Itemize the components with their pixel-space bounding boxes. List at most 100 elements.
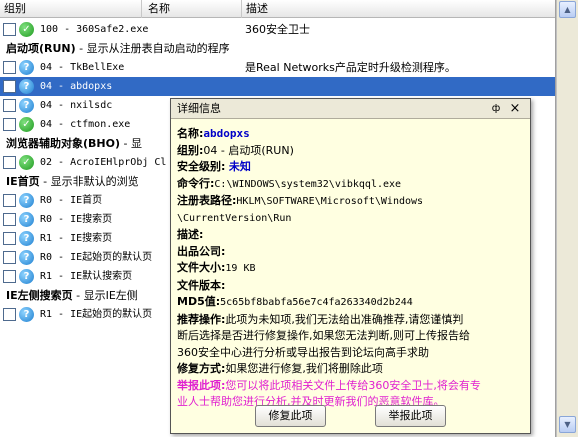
- version-label: 文件版本:: [177, 278, 226, 292]
- group-title: IE首页: [6, 175, 40, 188]
- question-status-icon: ?: [19, 193, 34, 208]
- item-checkbox[interactable]: [3, 156, 16, 169]
- recommend-label: 推荐操作:: [177, 312, 226, 326]
- name-line: 名称:abdopxs: [177, 126, 525, 143]
- reg-label: 注册表路径:: [177, 194, 237, 207]
- item-content: 04 - ctfmon.exe: [40, 119, 131, 130]
- list-header: 组别 名称 描述: [0, 0, 555, 18]
- check-status-icon: ✓: [19, 155, 34, 170]
- check-status-icon: ✓: [19, 117, 34, 132]
- reg-value-1: HKLM\SOFTWARE\Microsoft\Windows: [236, 196, 424, 207]
- question-status-icon: ?: [19, 79, 34, 94]
- security-line: 安全级别: 未知: [177, 159, 525, 176]
- column-header-desc[interactable]: 描述: [242, 0, 555, 18]
- recommend-line: 推荐操作:此项为未知项,我们无法给出准确推荐,请您谨慎判: [177, 312, 525, 329]
- column-header-group[interactable]: 组别: [0, 0, 142, 18]
- group-description: - 显示IE左侧: [72, 289, 138, 302]
- report-text-1: 您可以将此项相关文件上传给360安全卫士,将会有专: [225, 378, 481, 392]
- popup-title: 详细信息: [171, 99, 530, 119]
- recommend-text-1: 此项为未知项,我们无法给出准确推荐,请您谨慎判: [225, 312, 464, 326]
- item-checkbox[interactable]: [3, 270, 16, 283]
- item-content: R0 - IE起始页的默认页: [40, 252, 153, 263]
- repair-line: 修复方式:如果您进行修复,我们将删除此项: [177, 361, 525, 378]
- version-line: 文件版本:: [177, 278, 525, 295]
- item-checkbox[interactable]: [3, 232, 16, 245]
- report-label[interactable]: 举报此项:: [177, 379, 225, 392]
- question-status-icon: ?: [19, 250, 34, 265]
- name-label: 名称:: [177, 127, 204, 140]
- publisher-label: 出品公司:: [177, 244, 226, 258]
- item-content: 04 - nxilsdc: [40, 100, 113, 111]
- md5-line: MD5值:5c65bf8babfa56e7c4fa263340d2b244: [177, 294, 525, 312]
- md5-label: MD5值:: [177, 295, 221, 308]
- repair-button[interactable]: 修复此项: [255, 405, 326, 427]
- report-line: 举报此项:您可以将此项相关文件上传给360安全卫士,将会有专: [177, 378, 525, 395]
- size-line: 文件大小:19 KB: [177, 260, 525, 278]
- question-status-icon: ?: [19, 231, 34, 246]
- check-status-icon: ✓: [19, 22, 34, 37]
- cmd-line: 命令行:C:\WINDOWS\system32\vibkqql.exe: [177, 176, 525, 194]
- repair-label: 修复方式:: [177, 362, 226, 375]
- group-title: 浏览器辅助对象(BHO): [6, 137, 120, 150]
- md5-value: 5c65bf8babfa56e7c4fa263340d2b244: [220, 297, 413, 308]
- item-checkbox[interactable]: [3, 61, 16, 74]
- item-content: 04 - TkBellExe: [40, 62, 125, 73]
- item-content: 04 - abdopxs: [40, 81, 113, 92]
- security-value: 未知: [228, 160, 251, 173]
- desc-label: 描述:: [177, 228, 204, 241]
- size-value: 19 KB: [225, 263, 256, 274]
- item-checkbox[interactable]: [3, 80, 16, 93]
- group-label: 组别:: [177, 143, 204, 157]
- list-item[interactable]: ✓ 100 - 360Safe2.exe 360安全卫士: [0, 20, 555, 39]
- item-checkbox[interactable]: [3, 213, 16, 226]
- cmd-value: C:\WINDOWS\system32\vibkqql.exe: [214, 178, 402, 190]
- item-content: R0 - IE首页: [40, 195, 103, 206]
- group-line: 组别:04 - 启动项(RUN): [177, 143, 525, 160]
- group-value: 04 - 启动项(RUN): [203, 143, 294, 157]
- item-content: 100 - 360Safe2.exe: [40, 24, 149, 35]
- item-checkbox[interactable]: [3, 99, 16, 112]
- publisher-line: 出品公司:: [177, 244, 525, 261]
- item-description: 是Real Networks产品定时升级检测程序。: [245, 61, 456, 74]
- repair-text: 如果您进行修复,我们将删除此项: [225, 362, 383, 375]
- item-checkbox[interactable]: [3, 251, 16, 264]
- close-icon[interactable]: ×: [507, 100, 523, 117]
- details-popup: 详细信息 ф × 名称:abdopxs 组别:04 - 启动项(RUN) 安全级…: [170, 98, 531, 434]
- security-label: 安全级别:: [177, 160, 226, 173]
- report-button[interactable]: 举报此项: [375, 405, 446, 427]
- item-checkbox[interactable]: [3, 23, 16, 36]
- group-title: 启动项(RUN): [6, 42, 76, 55]
- recommend-text-2: 断后选择是否进行修复操作,如果您无法判断,则可上传报告给: [177, 329, 470, 342]
- name-value: abdopxs: [203, 127, 250, 140]
- size-label: 文件大小:: [177, 261, 226, 274]
- question-status-icon: ?: [19, 212, 34, 227]
- group-description: - 显: [120, 137, 142, 150]
- desc-line: 描述:: [177, 227, 525, 244]
- group-header-row: 启动项(RUN) - 显示从注册表自动启动的程序: [0, 39, 555, 58]
- reg-value-2: \CurrentVersion\Run: [177, 212, 292, 224]
- recommend-text-3: 360安全中心进行分析或导出报告到论坛向高手求助: [177, 345, 429, 359]
- group-description: - 显示从注册表自动启动的程序: [75, 42, 230, 55]
- vertical-scrollbar[interactable]: ▲ ▼: [556, 0, 578, 437]
- column-header-name[interactable]: 名称: [142, 0, 242, 18]
- item-content: R1 - IE起始页的默认页: [40, 309, 153, 320]
- scroll-down-arrow-icon[interactable]: ▼: [559, 416, 576, 433]
- scroll-up-arrow-icon[interactable]: ▲: [559, 1, 576, 18]
- item-content: R1 - IE搜索页: [40, 233, 113, 244]
- item-checkbox[interactable]: [3, 308, 16, 321]
- item-checkbox[interactable]: [3, 118, 16, 131]
- pin-icon[interactable]: ф: [488, 100, 504, 117]
- question-status-icon: ?: [19, 98, 34, 113]
- list-item[interactable]: ? 04 - TkBellExe 是Real Networks产品定时升级检测程序。: [0, 58, 555, 77]
- popup-body: 名称:abdopxs 组别:04 - 启动项(RUN) 安全级别: 未知 命令行…: [177, 126, 525, 411]
- cmd-label: 命令行:: [177, 176, 215, 190]
- question-status-icon: ?: [19, 307, 34, 322]
- report-text-2: 业人士帮助您进行分析,并及时更新我们的恶意软件库。: [177, 395, 445, 408]
- item-content: R1 - IE默认搜索页: [40, 271, 133, 282]
- group-title: IE左侧搜索页: [6, 289, 73, 302]
- question-status-icon: ?: [19, 269, 34, 284]
- item-checkbox[interactable]: [3, 194, 16, 207]
- list-item[interactable]: ? 04 - abdopxs: [0, 77, 555, 96]
- item-content: 02 - AcroIEHlprObj Cl: [40, 157, 167, 168]
- reg-line: 注册表路径:HKLM\SOFTWARE\Microsoft\Windows: [177, 193, 525, 211]
